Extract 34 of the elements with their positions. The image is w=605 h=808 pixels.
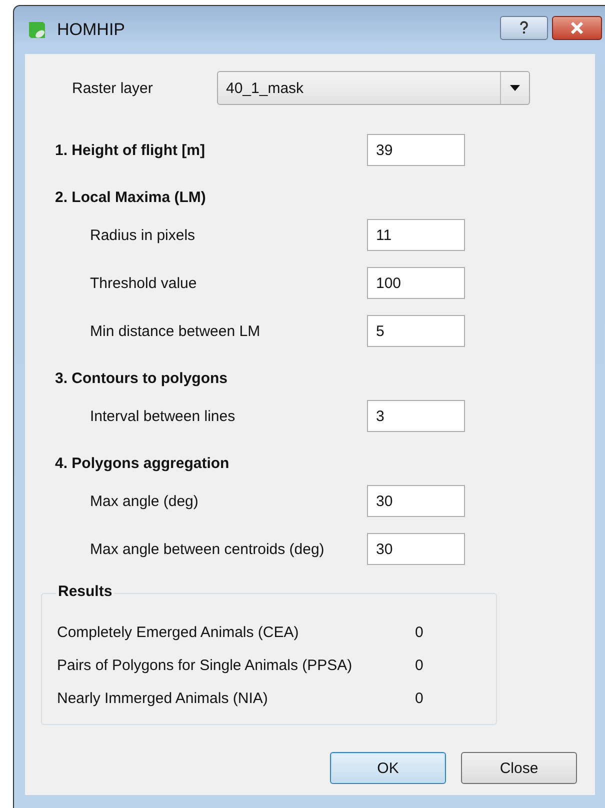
input-field[interactable]: 11 <box>367 219 465 251</box>
result-value: 0 <box>415 624 424 641</box>
app-logo-icon <box>27 20 47 40</box>
result-label: Completely Emerged Animals (CEA) <box>57 624 300 641</box>
close-button[interactable] <box>552 16 602 40</box>
result-value: 0 <box>415 690 424 707</box>
help-icon <box>519 21 529 35</box>
dialog-button[interactable]: OK <box>330 752 446 784</box>
field-label: Max angle (deg) <box>90 492 200 510</box>
field-label: Threshold value <box>90 274 198 292</box>
result-value: 0 <box>415 657 424 674</box>
input-field[interactable]: 100 <box>367 267 465 299</box>
input-field[interactable]: 39 <box>367 134 465 166</box>
layer-dropdown[interactable]: 40_1_mask <box>217 71 530 105</box>
input-field[interactable]: 5 <box>367 315 465 347</box>
result-label: Nearly Immerged Animals (NIA) <box>57 690 269 707</box>
section-heading: 1. Height of flight [m] <box>55 142 206 158</box>
dropdown-arrow-icon <box>510 85 520 91</box>
result-label: Pairs of Polygons for Single Animals (PPSA) <box>57 657 354 674</box>
help-button[interactable] <box>500 16 548 40</box>
window-title: HOMHIP <box>57 20 126 40</box>
field-label: Raster layer <box>72 80 154 96</box>
field-label: Min distance between LM <box>90 322 262 340</box>
close-icon <box>570 22 584 34</box>
dialog-button[interactable]: Close <box>461 752 577 784</box>
field-label: Interval between lines <box>90 408 236 424</box>
input-field[interactable]: 30 <box>367 533 465 565</box>
field-label: Radius in pixels <box>90 226 196 244</box>
input-field[interactable]: 3 <box>367 400 465 432</box>
field-label: Max angle between centroids (deg) <box>90 540 326 558</box>
section-heading: 3. Contours to polygons <box>55 370 228 386</box>
section-heading: 4. Polygons aggregation <box>55 454 230 472</box>
section-heading: 2. Local Maxima (LM) <box>55 188 207 206</box>
input-field[interactable]: 30 <box>367 485 465 517</box>
